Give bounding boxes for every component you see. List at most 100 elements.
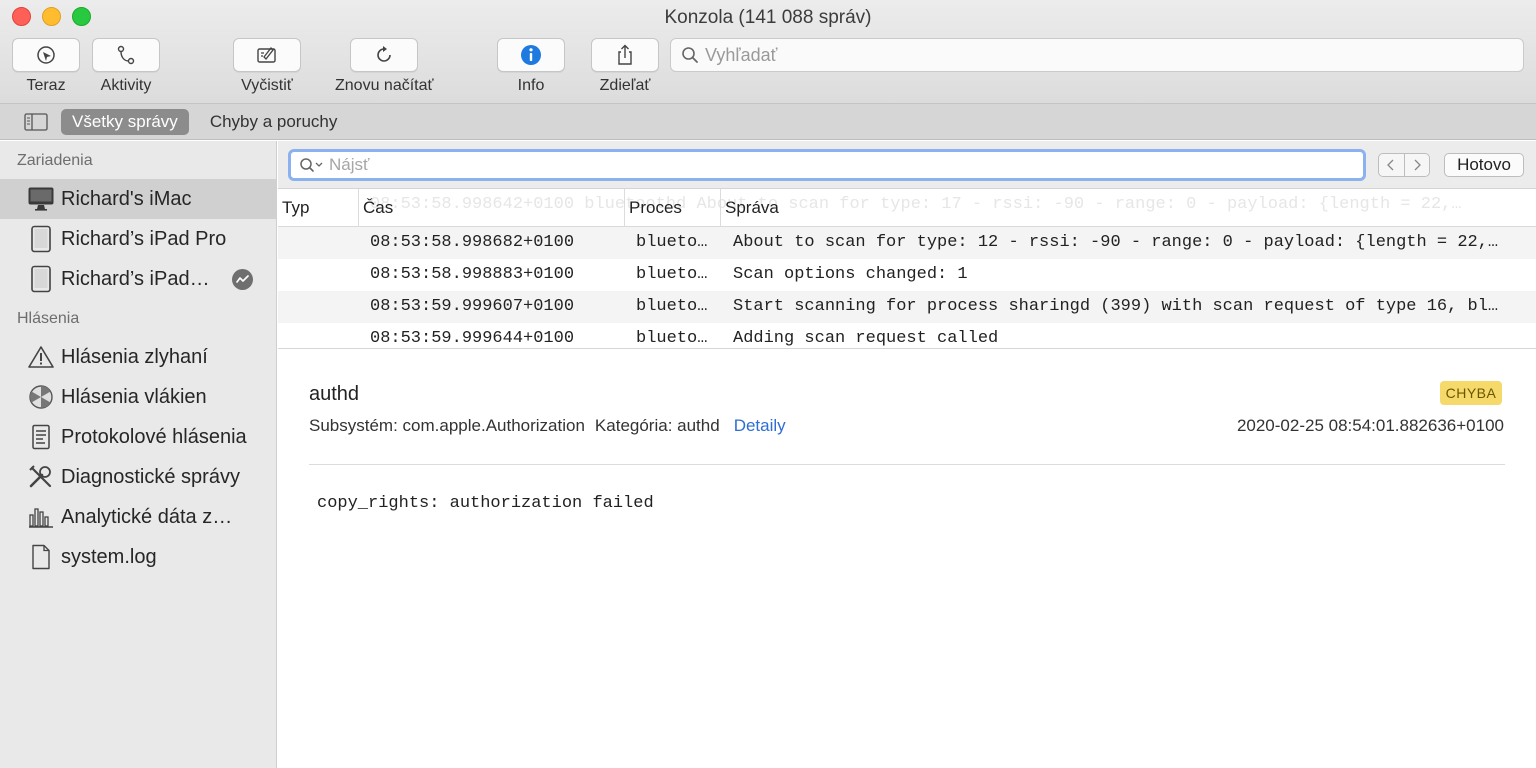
tab-all-messages[interactable]: Všetky správy <box>61 108 189 135</box>
details-link[interactable]: Detaily <box>734 416 786 435</box>
sidebar-item-label: system.log <box>61 545 157 568</box>
row-time: 08:53:59.999607+0100 <box>370 297 575 316</box>
imac-icon <box>27 185 55 213</box>
row-message: Start scanning for process sharingd (399… <box>733 297 1499 316</box>
sidebar-item-ipad-pro[interactable]: Richard’s iPad Pro <box>0 219 276 259</box>
bar-chart-icon <box>27 503 55 531</box>
reload-tool: Znovu načítať <box>335 38 434 95</box>
activities-label: Aktivity <box>100 77 152 94</box>
table-row[interactable]: 08:53:58.998682+0100 blueto… About to sc… <box>278 227 1536 259</box>
table-row[interactable]: 08:53:59.999644+0100 blueto… Adding scan… <box>278 323 1536 348</box>
sidebar-item-spin-reports[interactable]: Hlásenia vlákien <box>0 377 276 417</box>
detail-subsystem: Subsystém: com.apple.Authorization <box>309 416 585 435</box>
find-navigation <box>1378 153 1430 177</box>
sidebar-toggle-button[interactable] <box>24 112 48 131</box>
clear-button[interactable] <box>233 38 301 72</box>
share-label: Zdieľať <box>599 77 651 94</box>
column-header-process[interactable]: Proces <box>624 189 720 227</box>
find-next-button[interactable] <box>1403 154 1430 176</box>
search-icon <box>682 47 698 63</box>
reload-button[interactable] <box>350 38 419 72</box>
sidebar-item-ipad[interactable]: Richard’s iPad… <box>0 259 276 299</box>
sidebar-item-system-log[interactable]: system.log <box>0 537 276 577</box>
find-input[interactable] <box>329 155 1329 175</box>
sidebar-item-label: Hlásenia vlákien <box>61 385 207 408</box>
find-search-icon <box>300 158 323 172</box>
detail-category: Kategória: authd <box>594 416 720 435</box>
find-field[interactable] <box>288 149 1366 181</box>
warning-icon <box>27 343 55 371</box>
error-badge: CHYBA <box>1440 381 1502 405</box>
row-time: 08:53:59.999644+0100 <box>370 329 575 348</box>
activities-tool: Aktivity <box>92 38 160 95</box>
column-header-time[interactable]: Čas <box>358 189 624 227</box>
sidebar-item-label: Richard’s iPad Pro <box>61 227 227 250</box>
now-button[interactable] <box>12 38 80 72</box>
sidebar-item-label: Diagnostické správy <box>61 465 240 488</box>
clear-tool: Vyčistiť <box>233 38 301 95</box>
spin-icon <box>27 383 55 411</box>
detail-timestamp: 2020-02-25 08:54:01.882636+0100 <box>1236 416 1504 435</box>
ipad-icon <box>27 225 55 253</box>
row-time: 08:53:58.998682+0100 <box>370 233 575 252</box>
row-process: blueto… <box>636 265 708 284</box>
sidebar-item-label: Analytické dáta z… <box>61 505 233 528</box>
titlebar: Konzola (141 088 správ) Teraz Aktivity V… <box>0 0 1536 104</box>
now-icon <box>37 46 55 64</box>
sidebar-toggle-icon <box>24 112 48 131</box>
sidebar-item-label: Hlásenia zlyhaní <box>61 345 208 368</box>
sidebar-item-label: Protokolové hlásenia <box>61 425 247 448</box>
toolbar-search[interactable] <box>670 38 1524 72</box>
chevron-left-icon <box>1387 159 1394 171</box>
detail-pane: authd CHYBA Subsystém: com.apple.Authori… <box>278 350 1536 768</box>
ipad-icon <box>27 265 55 293</box>
info-button[interactable] <box>497 38 565 72</box>
column-header-message[interactable]: Správa <box>720 189 1536 227</box>
detail-process-name: authd <box>309 383 360 405</box>
sidebar-item-crash-reports[interactable]: Hlásenia zlyhaní <box>0 337 276 377</box>
devices-section-header: Zariadenia <box>17 152 93 169</box>
info-tool: Info <box>497 38 565 95</box>
row-process: blueto… <box>636 297 708 316</box>
row-process: blueto… <box>636 329 708 348</box>
tools-icon <box>27 463 55 491</box>
clear-icon <box>257 47 276 63</box>
column-header-type[interactable]: Typ <box>278 189 358 227</box>
window-title: Konzola (141 088 správ) <box>664 7 872 28</box>
search-input[interactable] <box>705 44 1485 66</box>
table-body: 08:53:58.998682+0100 blueto… About to sc… <box>278 227 1536 348</box>
activities-icon <box>117 45 135 65</box>
reload-label: Znovu načítať <box>335 77 434 94</box>
row-message: Adding scan request called <box>733 329 999 348</box>
find-previous-button[interactable] <box>1379 154 1404 176</box>
log-report-icon <box>27 423 55 451</box>
row-message: Scan options changed: 1 <box>733 265 968 284</box>
info-label: Info <box>517 77 545 94</box>
activity-icon <box>232 269 253 290</box>
sidebar-item-label: Richard’s iPad… <box>61 267 210 290</box>
reload-icon <box>377 46 392 62</box>
sidebar-item-imac[interactable]: Richard's iMac <box>0 179 276 219</box>
done-button[interactable]: Hotovo <box>1444 153 1524 177</box>
sidebar-item-analytics-data[interactable]: Analytické dáta z… <box>0 497 276 537</box>
row-time: 08:53:58.998883+0100 <box>370 265 575 284</box>
row-process: blueto… <box>636 233 708 252</box>
table-row[interactable]: 08:53:58.998883+0100 blueto… Scan option… <box>278 259 1536 291</box>
document-icon <box>27 543 55 571</box>
tab-errors-faults[interactable]: Chyby a poruchy <box>199 109 349 135</box>
share-tool: Zdieľať <box>591 38 659 95</box>
sidebar-item-diagnostic-reports[interactable]: Diagnostické správy <box>0 457 276 497</box>
filter-bar: Všetky správy Chyby a poruchy <box>0 104 1536 140</box>
detail-message: copy_rights: authorization failed <box>317 494 654 513</box>
now-label: Teraz <box>26 77 66 94</box>
row-message: About to scan for type: 12 - rssi: -90 -… <box>733 233 1499 252</box>
reports-section-header: Hlásenia <box>17 310 80 327</box>
share-button[interactable] <box>591 38 659 72</box>
sidebar-item-log-reports[interactable]: Protokolové hlásenia <box>0 417 276 457</box>
sidebar-item-label: Richard's iMac <box>61 187 192 210</box>
activities-button[interactable] <box>92 38 160 72</box>
log-table: 08:53:58.998642+0100 bluetoothd About to… <box>278 189 1536 349</box>
now-tool: Teraz <box>12 38 80 95</box>
clear-label: Vyčistiť <box>241 77 293 94</box>
table-row[interactable]: 08:53:59.999607+0100 blueto… Start scann… <box>278 291 1536 323</box>
